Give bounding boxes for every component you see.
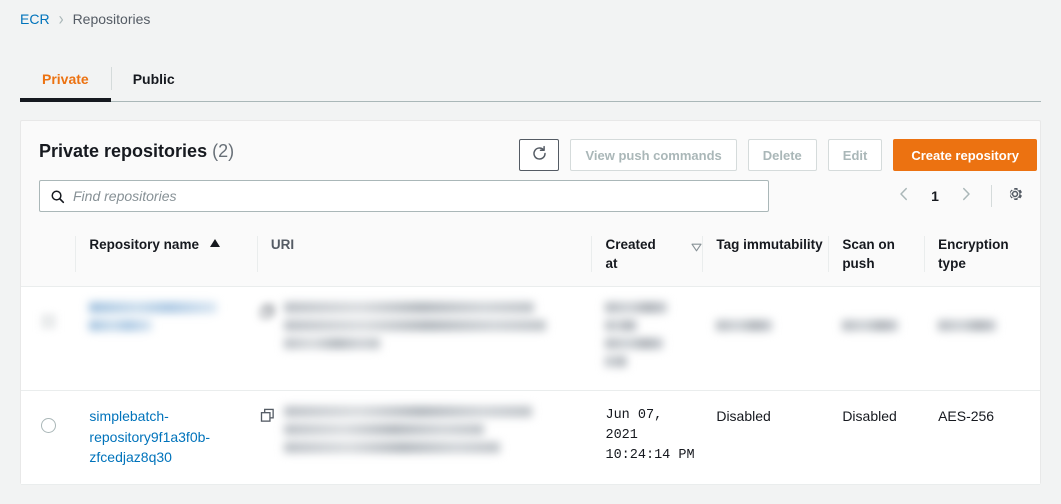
- row-select-cell: [21, 287, 75, 391]
- row-uri-cell: [257, 391, 592, 484]
- repository-name-redacted[interactable]: [75, 302, 256, 331]
- page-title: Private repositories (2): [39, 141, 234, 162]
- refresh-icon: [531, 145, 548, 165]
- chevron-left-icon: [898, 187, 910, 206]
- ecr-repositories-page: ECR › Repositories Private Public Privat…: [0, 0, 1061, 504]
- create-repository-label: Create repository: [911, 148, 1019, 163]
- breadcrumb-link-ecr[interactable]: ECR: [20, 11, 50, 27]
- search-box[interactable]: [39, 180, 769, 212]
- pagination-prev-button[interactable]: [889, 181, 919, 211]
- tab-private-label: Private: [42, 71, 89, 87]
- sort-ascending-icon: [210, 239, 220, 247]
- row-repository-name-cell: simplebatch-repository9f1a3f0b-zfcedjaz8…: [75, 391, 256, 484]
- edit-label: Edit: [843, 148, 868, 163]
- uri-redacted: [284, 302, 546, 356]
- table-settings-button[interactable]: [1002, 183, 1028, 209]
- row-created-at-cell: Jun 07, 2021 10:24:14 PM: [591, 391, 702, 484]
- tag-immutability-redacted: [702, 320, 828, 331]
- delete-button[interactable]: Delete: [748, 139, 817, 171]
- create-repository-button[interactable]: Create repository: [893, 139, 1037, 171]
- repository-count: (2): [212, 141, 234, 161]
- card-header: Private repositories (2) View push comma…: [21, 121, 1040, 221]
- delete-label: Delete: [763, 148, 802, 163]
- chevron-right-icon: [960, 187, 972, 206]
- row-radio-button[interactable]: [41, 314, 56, 329]
- breadcrumb: ECR › Repositories: [20, 11, 150, 27]
- column-header-tag-immutability-label: Tag immutability: [716, 237, 822, 252]
- view-push-commands-button[interactable]: View push commands: [570, 139, 736, 171]
- repository-name-link[interactable]: simplebatch-repository9f1a3f0b-zfcedjaz8…: [89, 408, 210, 465]
- row-tag-immutability-cell: [702, 287, 828, 391]
- table-header: Repository name URI Created at: [21, 221, 1040, 287]
- tab-private[interactable]: Private: [20, 56, 111, 101]
- pagination-divider: [991, 185, 992, 207]
- row-scan-on-push-cell: Disabled: [828, 391, 924, 484]
- search-icon: [50, 189, 65, 204]
- breadcrumb-separator-icon: ›: [59, 10, 64, 29]
- sort-none-icon: [691, 238, 702, 257]
- scan-on-push-value: Disabled: [828, 406, 924, 426]
- table-header-row: Repository name URI Created at: [21, 221, 1040, 287]
- table-row[interactable]: [21, 287, 1040, 391]
- private-repositories-card: Private repositories (2) View push comma…: [20, 120, 1041, 484]
- gear-icon: [1006, 185, 1024, 208]
- column-header-created-at-label: Created at: [605, 235, 665, 273]
- row-created-at-cell: [591, 287, 702, 391]
- action-button-group: View push commands Delete Edit Create re…: [519, 139, 1037, 171]
- tab-bar: Private Public: [20, 56, 1041, 102]
- refresh-button[interactable]: [519, 139, 559, 171]
- table-row[interactable]: simplebatch-repository9f1a3f0b-zfcedjaz8…: [21, 391, 1040, 484]
- pagination: 1: [889, 180, 1028, 212]
- tab-public-label: Public: [133, 71, 175, 87]
- column-header-repository-name-label: Repository name: [89, 235, 199, 254]
- row-repository-name-cell: [75, 287, 256, 391]
- edit-button[interactable]: Edit: [828, 139, 883, 171]
- column-header-uri: URI: [257, 221, 592, 287]
- row-select-cell: [21, 391, 75, 484]
- table-body: simplebatch-repository9f1a3f0b-zfcedjaz8…: [21, 287, 1040, 484]
- row-radio-button[interactable]: [41, 418, 56, 433]
- column-header-select: [21, 221, 75, 287]
- scan-on-push-redacted: [828, 320, 924, 331]
- encryption-type-redacted: [924, 320, 1040, 331]
- created-at-redacted: [591, 302, 702, 367]
- tag-immutability-value: Disabled: [702, 406, 828, 426]
- column-header-created-at[interactable]: Created at: [591, 221, 702, 287]
- encryption-type-value: AES-256: [924, 406, 1040, 426]
- copy-uri-icon[interactable]: [260, 304, 275, 324]
- row-encryption-type-cell: AES-256: [924, 391, 1040, 484]
- column-header-scan-on-push: Scan on push: [828, 221, 924, 287]
- copy-uri-icon[interactable]: [260, 408, 275, 428]
- column-header-scan-on-push-label: Scan on push: [842, 237, 895, 271]
- column-header-encryption-type: Encryption type: [924, 221, 1040, 287]
- breadcrumb-current-repositories: Repositories: [73, 11, 151, 27]
- row-uri-cell: [257, 287, 592, 391]
- pagination-next-button[interactable]: [951, 181, 981, 211]
- column-header-repository-name[interactable]: Repository name: [75, 221, 256, 287]
- repositories-table: Repository name URI Created at: [21, 221, 1040, 485]
- page-title-text: Private repositories: [39, 141, 207, 161]
- uri-redacted: [284, 406, 532, 460]
- column-header-encryption-type-label: Encryption type: [938, 237, 1009, 271]
- tab-public[interactable]: Public: [111, 56, 197, 101]
- row-encryption-type-cell: [924, 287, 1040, 391]
- search-input[interactable]: [73, 181, 768, 211]
- pagination-page-1[interactable]: 1: [921, 188, 949, 204]
- column-header-tag-immutability: Tag immutability: [702, 221, 828, 287]
- row-scan-on-push-cell: [828, 287, 924, 391]
- created-at-value: Jun 07, 2021 10:24:14 PM: [591, 406, 702, 465]
- row-tag-immutability-cell: Disabled: [702, 391, 828, 484]
- column-header-uri-label: URI: [271, 237, 294, 252]
- view-push-commands-label: View push commands: [585, 148, 721, 163]
